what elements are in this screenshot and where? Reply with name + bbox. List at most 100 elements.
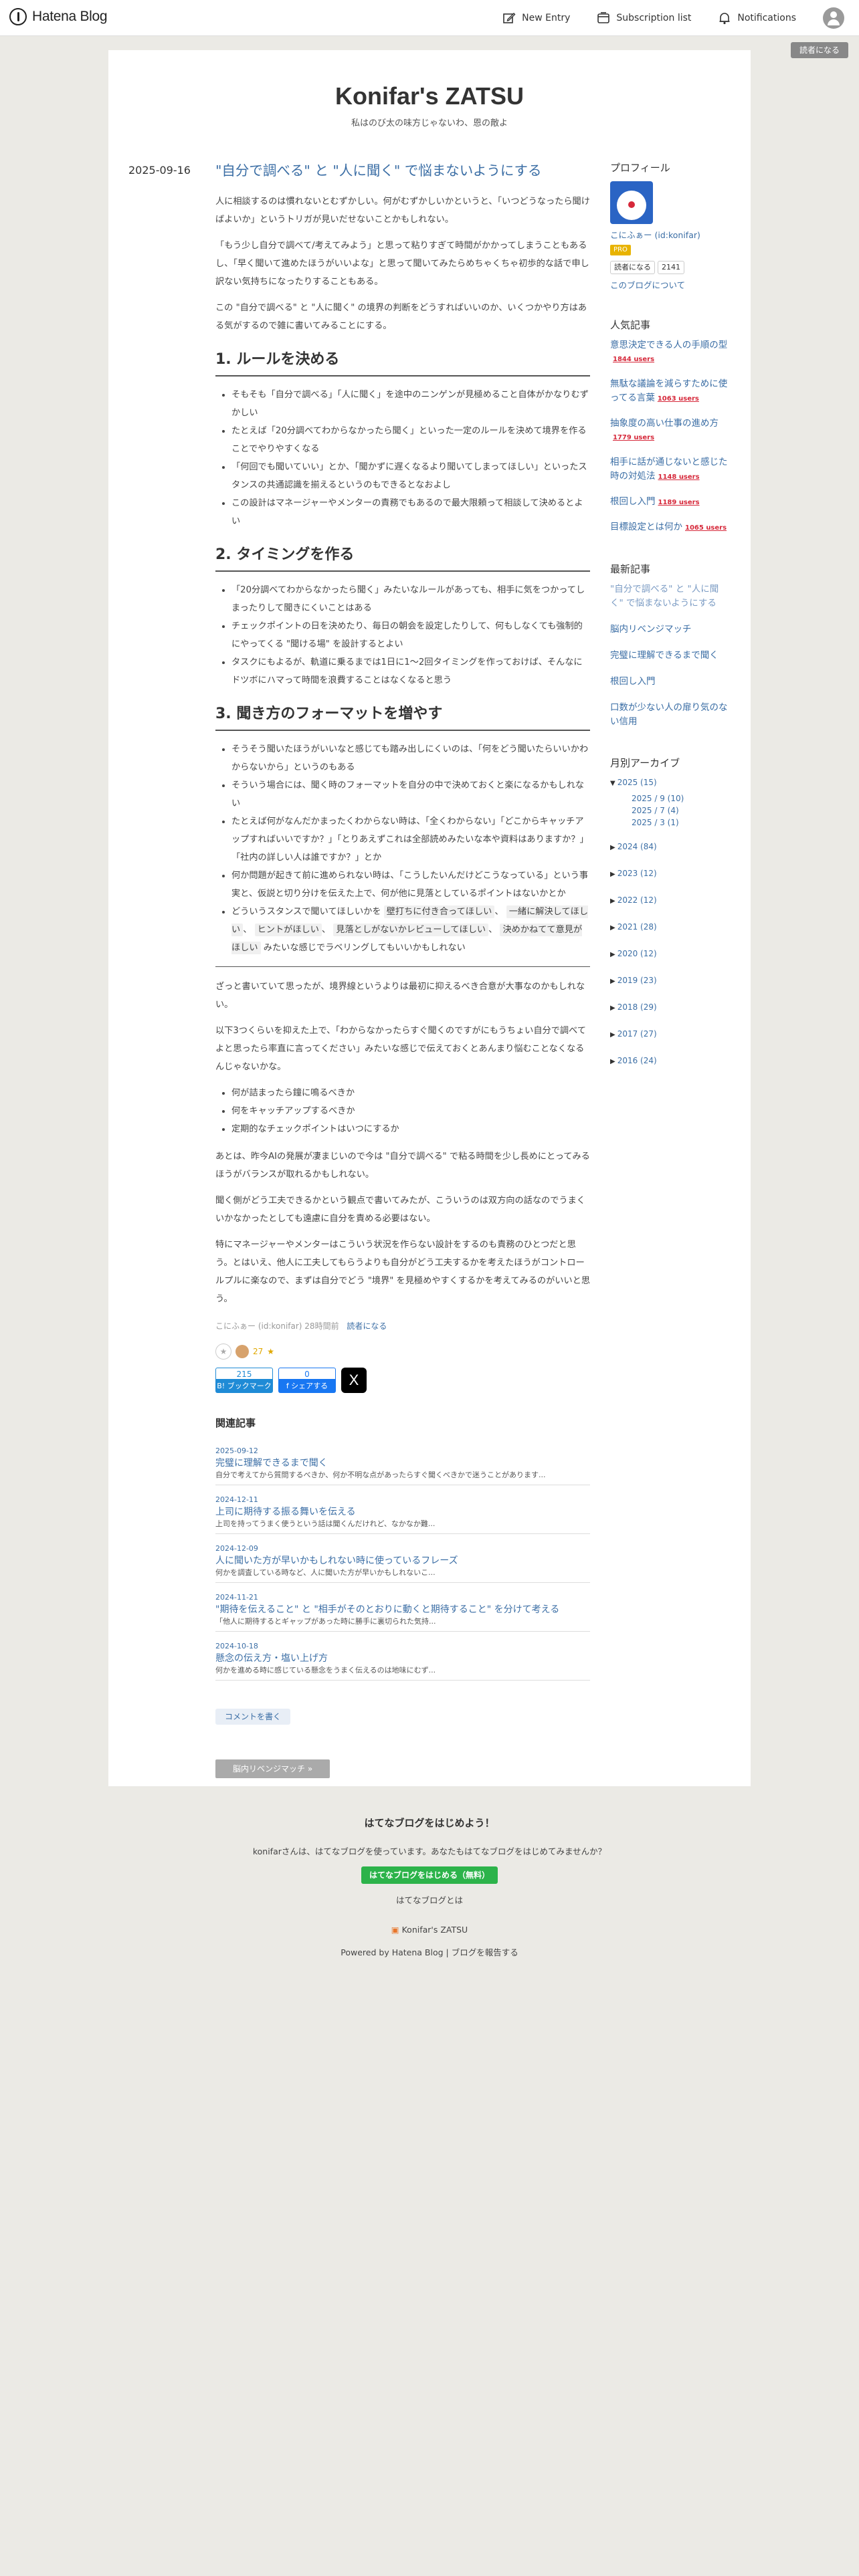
users-badge[interactable]: 1063 users [658, 395, 699, 403]
user-avatar-icon[interactable] [823, 7, 844, 29]
related-title-link[interactable]: 人に聞いた方が早いかもしれない時に使っているフレーズ [215, 1554, 590, 1568]
archive-year[interactable]: ▶ 2016 (24) [610, 1055, 731, 1068]
entry-title[interactable]: "自分で調べる" と "人に聞く" で悩まないようにする [215, 160, 590, 181]
archive-year[interactable]: ▶ 2024 (84) [610, 841, 731, 854]
paragraph: 「もう少し自分で調べて/考えてみよう」と思って粘りすぎて時間がかかってしまうこと… [215, 241, 589, 287]
chevron-right-icon[interactable]: ▶ [610, 1058, 615, 1065]
users-badge[interactable]: 1844 users [613, 356, 654, 363]
related-item[interactable]: 2024-11-21 "期待を伝えること" と "相手がそのとおりに動くと期待す… [215, 1590, 590, 1632]
users-badge[interactable]: 1148 users [658, 473, 700, 481]
related-item[interactable]: 2024-12-09 人に聞いた方が早いかもしれない時に使っているフレーズ 何か… [215, 1541, 590, 1583]
archive-months: 2025 / 9 (10) 2025 / 7 (4) 2025 / 3 (1) [632, 792, 731, 829]
recent-link[interactable]: 口数が少ない人の扉り気のない信用 [610, 702, 728, 727]
list-item: たとえば何がなんだかまったくわからない時は、「全くわからない」「どこからキャッチ… [231, 813, 590, 867]
recent-section: 最新記事 "自分で調べる" と "人に聞く" で悩まないようにする 脳内リベンジ… [610, 562, 731, 729]
related-item[interactable]: 2025-09-12 完璧に理解できるまで聞く 自分で考えてから質問するべきか、… [215, 1443, 590, 1485]
related-snippet: 何かを進める時に感じている懸念をうまく伝えるのは地味にむず... [215, 1666, 436, 1675]
new-entry-button[interactable]: New Entry [502, 11, 570, 25]
popular-link[interactable]: 根回し入門 [610, 496, 656, 507]
users-badge[interactable]: 1189 users [658, 499, 700, 506]
write-comment-button[interactable]: コメントを書く [215, 1709, 291, 1725]
blog-title[interactable]: Konifar's ZATSU [108, 82, 751, 110]
list-item-labels: どういうスタンスで聞いてほしいかを 壁打ちに付き合ってほしい、 一緒に解決してほ… [231, 903, 590, 957]
archive-year-label[interactable]: 2024 (84) [617, 842, 657, 851]
list-item: たとえば「20分調べてわからなかったら聞く」といった一定のルールを決めて境界を作… [231, 422, 590, 458]
archive-year[interactable]: ▶ 2018 (29) [610, 1001, 731, 1014]
powered-by[interactable]: Powered by Hatena Blog | ブログを報告する [0, 1945, 859, 1958]
chevron-right-icon[interactable]: ▶ [610, 1031, 615, 1039]
start-blog-button[interactable]: はてなブログをはじめる（無料） [361, 1866, 498, 1884]
chevron-right-icon[interactable]: ▶ [610, 844, 615, 851]
archive-year-label[interactable]: 2018 (29) [617, 1002, 657, 1012]
subscribe-button[interactable]: 読者になる [791, 42, 848, 58]
archive-year-label[interactable]: 2021 (28) [617, 922, 657, 932]
recent-link[interactable]: "自分で調べる" と "人に聞く" で悩まないようにする [610, 584, 719, 609]
list-item: 定期的なチェックポイントはいつにするか [231, 1120, 590, 1138]
profile-subscribe-row: 読者になる 2141 [610, 261, 731, 274]
related-title-link[interactable]: 完璧に理解できるまで聞く [215, 1457, 590, 1470]
archive-year[interactable]: ▼ 2025 (15) [610, 776, 731, 790]
archive-year-label[interactable]: 2022 (12) [617, 895, 657, 905]
archive-year[interactable]: ▶ 2023 (12) [610, 867, 731, 881]
archive-year-label[interactable]: 2016 (24) [617, 1056, 657, 1065]
hatena-logo-icon [9, 8, 27, 25]
popular-link[interactable]: 目標設定とは何か [610, 522, 682, 532]
hatena-logo[interactable]: Hatena Blog [9, 8, 108, 25]
users-badge[interactable]: 1065 users [685, 524, 727, 532]
star-user-avatar[interactable] [235, 1345, 249, 1358]
related-item[interactable]: 2024-12-11 上司に期待する振る舞いを伝える 上司を持ってうまく使うとい… [215, 1492, 590, 1534]
profile-subscribe-button[interactable]: 読者になる [610, 261, 655, 274]
archive-year[interactable]: ▶ 2017 (27) [610, 1028, 731, 1041]
archive-year-label[interactable]: 2023 (12) [617, 869, 657, 878]
recent-link[interactable]: 根回し入門 [610, 676, 656, 687]
entry-subscribe-link[interactable]: 読者になる [347, 1321, 387, 1331]
list-item: この設計はマネージャーやメンターの責務でもあるので最大限頼って相談して決めるとよ… [231, 494, 590, 530]
archive-year[interactable]: ▶ 2022 (12) [610, 894, 731, 907]
archive-month[interactable]: 2025 / 7 (4) [632, 804, 731, 817]
blog-favicon-icon: ▣ [391, 1925, 399, 1935]
related-item[interactable]: 2024-10-18 懸念の伝え方・塩い上げ方 何かを進める時に感じている懸念を… [215, 1638, 590, 1681]
archive-year[interactable]: ▶ 2019 (23) [610, 974, 731, 988]
chevron-right-icon[interactable]: ▶ [610, 951, 615, 958]
about-blog-link[interactable]: このブログについて [610, 278, 731, 291]
x-share-icon[interactable]: X [341, 1368, 367, 1393]
popular-item: 意思決定できる人の手順の型 1844 users [610, 338, 731, 366]
next-entry-button[interactable]: 脳内リベンジマッチ » [215, 1759, 330, 1778]
related-title-link[interactable]: 上司に期待する振る舞いを伝える [215, 1505, 590, 1519]
chevron-right-icon[interactable]: ▶ [610, 978, 615, 985]
facebook-share-button[interactable]: 0 f シェアする [278, 1368, 336, 1393]
archive-month[interactable]: 2025 / 3 (1) [632, 817, 731, 829]
hatebu-label: B! ブックマーク [215, 1380, 273, 1393]
archive-year-label[interactable]: 2017 (27) [617, 1029, 657, 1039]
chevron-down-icon[interactable]: ▼ [610, 780, 615, 787]
popular-link[interactable]: 意思決定できる人の手順の型 [610, 340, 727, 350]
notifications-button[interactable]: Notifications [718, 11, 796, 25]
archive-year-label[interactable]: 2025 (15) [617, 778, 657, 787]
chevron-right-icon[interactable]: ▶ [610, 1004, 615, 1012]
blog-container: Konifar's ZATSU 私はのび太の味方じゃないわ、恩の敵よ 2025-… [108, 50, 751, 1786]
archive-year[interactable]: ▶ 2020 (12) [610, 948, 731, 961]
popular-link[interactable]: 抽象度の高い仕事の進め方 [610, 418, 719, 429]
footer-brand-name[interactable]: Konifar's ZATSU [402, 1925, 468, 1935]
chevron-right-icon[interactable]: ▶ [610, 897, 615, 905]
archive-year-label[interactable]: 2019 (23) [617, 976, 657, 985]
what-is-hatena-link[interactable]: はてなブログとは [0, 1893, 859, 1906]
archive-month[interactable]: 2025 / 9 (10) [632, 792, 731, 804]
profile-avatar[interactable] [610, 181, 653, 224]
hatena-bookmark-button[interactable]: 215 B! ブックマーク [215, 1368, 273, 1393]
users-badge[interactable]: 1779 users [613, 434, 654, 441]
chevron-right-icon[interactable]: ▶ [610, 924, 615, 932]
recent-link[interactable]: 脳内リベンジマッチ [610, 624, 692, 635]
related-title-link[interactable]: 懸念の伝え方・塩い上げ方 [215, 1652, 590, 1665]
profile-name[interactable]: こにふぁー (id:konifar) [610, 228, 731, 241]
archive-year[interactable]: ▶ 2021 (28) [610, 921, 731, 934]
entry-date[interactable]: 2025-09-16 [128, 164, 191, 177]
related-title-link[interactable]: "期待を伝えること" と "相手がそのとおりに動くと期待すること" を分けて考え… [215, 1603, 590, 1616]
subscription-list-button[interactable]: Subscription list [597, 11, 691, 25]
chevron-right-icon[interactable]: ▶ [610, 871, 615, 878]
add-star-icon[interactable]: ★ [215, 1344, 231, 1360]
recent-link[interactable]: 完璧に理解できるまで聞く [610, 650, 719, 661]
entry-author[interactable]: こにふぁー (id:konifar) 28時間前 [215, 1321, 339, 1331]
footer-brand[interactable]: ▣ Konifar's ZATSU [0, 1925, 859, 1935]
archive-year-label[interactable]: 2020 (12) [617, 949, 657, 958]
